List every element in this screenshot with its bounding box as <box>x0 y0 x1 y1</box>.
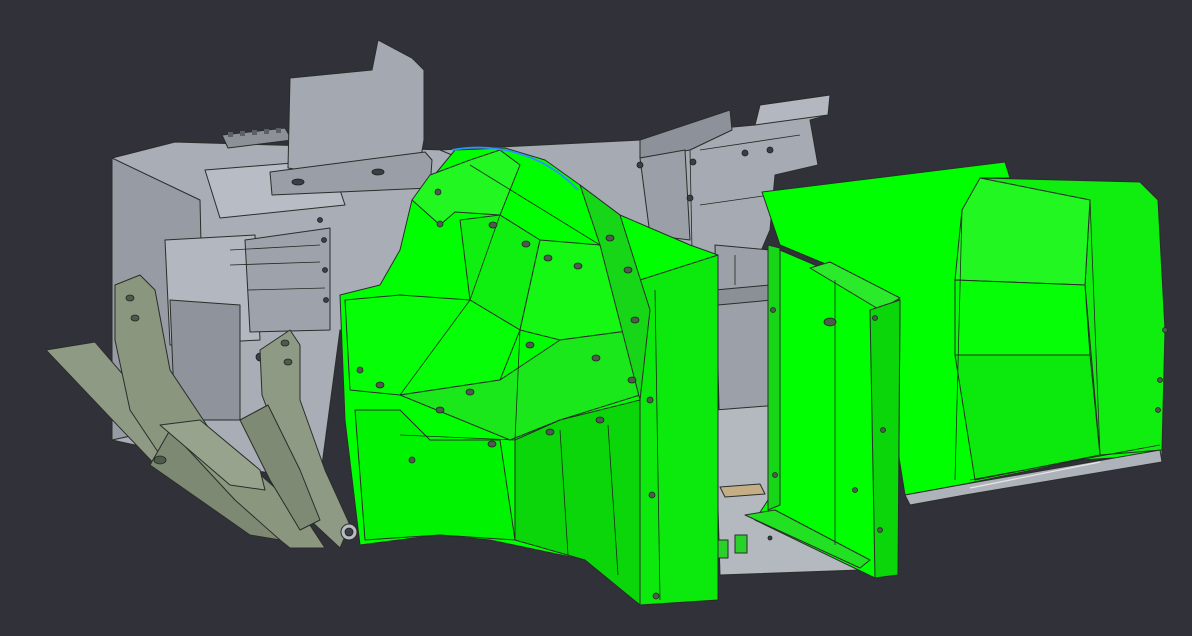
cad-viewport[interactable] <box>0 0 1192 636</box>
cad-scene[interactable] <box>0 0 1192 636</box>
